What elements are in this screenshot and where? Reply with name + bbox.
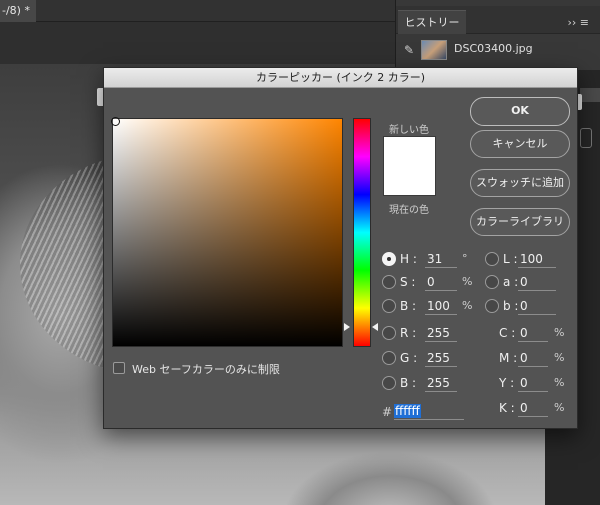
green-field-underline [425,366,457,367]
current-color-label: 現在の色 [389,205,429,216]
document-tab-bar: -/8) * [0,0,398,22]
black-field[interactable]: 0 [520,401,528,415]
green-radio[interactable] [382,351,396,365]
blue-field-underline [425,391,457,392]
magenta-label: M : [499,351,518,365]
new-color-swatch[interactable] [383,136,436,196]
yellow-unit: % [554,376,565,389]
rgb-r-row: R : 255 [382,324,472,344]
history-item-label: DSC03400.jpg [454,42,533,55]
green-field[interactable]: 255 [427,351,450,365]
lab-a-row: a : 0 [485,273,565,293]
saturation-field-underline [425,290,457,291]
lab-b-radio[interactable] [485,299,499,313]
brightness-field[interactable]: 100 [427,299,450,313]
cmyk-k-row: K : 0 % [499,399,569,419]
lab-l-radio[interactable] [485,252,499,266]
saturation-field[interactable]: 0 [427,275,435,289]
yellow-label: Y : [499,376,515,390]
saturation-label: S : [400,275,416,289]
magenta-unit: % [554,351,565,364]
hue-radio[interactable] [382,252,396,266]
black-field-underline [518,416,548,417]
brightness-radio[interactable] [382,299,396,313]
cyan-label: C : [499,326,516,340]
cmyk-c-row: C : 0 % [499,324,569,344]
rgb-b-row: B : 255 [382,374,472,394]
rgb-g-row: G : 255 [382,349,472,369]
history-panel: ヒストリー ›› ≡ ✎ DSC03400.jpg [395,0,600,70]
web-safe-label[interactable]: Web セーフカラーのみに制限 [132,361,280,377]
cyan-field-underline [518,341,548,342]
brightness-label: B : [400,299,417,313]
hue-unit: ° [462,252,468,265]
lab-b-label: b : [503,299,519,313]
lab-b-row: b : 0 [485,297,565,317]
history-item[interactable]: ✎ DSC03400.jpg [396,36,600,64]
hue-label: H : [400,252,417,266]
blue-radio[interactable] [382,376,396,390]
hue-field[interactable]: 31 [427,252,442,266]
color-field[interactable] [112,118,343,347]
red-field-underline [425,341,457,342]
saturation-radio[interactable] [382,275,396,289]
web-safe-checkbox[interactable] [113,362,125,374]
add-to-swatches-button[interactable]: スウォッチに追加 [470,169,570,197]
hue-slider[interactable] [353,118,371,347]
history-panel-header: ヒストリー ›› ≡ [396,6,600,34]
hex-field[interactable]: ffffff [394,403,464,420]
cmyk-m-row: M : 0 % [499,349,569,369]
color-libraries-button[interactable]: カラーライブラリ [470,208,570,236]
black-label: K : [499,401,515,415]
lab-a-field[interactable]: 0 [520,275,528,289]
cancel-button[interactable]: キャンセル [470,130,570,158]
magenta-field-underline [518,366,548,367]
lab-l-row: L : 100 [485,250,565,270]
cyan-field[interactable]: 0 [520,326,528,340]
history-brush-icon[interactable]: ✎ [404,43,414,57]
hex-hash-label: # [382,405,393,419]
panel-edge-strip [580,88,600,102]
blue-label: B : [400,376,417,390]
yellow-field-underline [518,391,548,392]
hue-slider-left-arrow-icon[interactable] [344,323,350,331]
hue-slider-right-arrow-icon[interactable] [372,323,378,331]
document-tab[interactable]: -/8) * [0,0,36,22]
magenta-field[interactable]: 0 [520,351,528,365]
lab-l-field-underline [518,267,556,268]
lab-l-field[interactable]: 100 [520,252,543,266]
tab-history[interactable]: ヒストリー [398,10,466,34]
ok-button[interactable]: OK [470,97,570,126]
black-unit: % [554,401,565,414]
saturation-unit: % [462,275,473,288]
color-field-cursor[interactable] [111,117,120,126]
lab-l-label: L : [503,252,518,266]
lab-b-field[interactable]: 0 [520,299,528,313]
new-color-label: 新しい色 [389,125,429,136]
red-radio[interactable] [382,326,396,340]
red-label: R : [400,326,417,340]
history-snapshot-thumbnail [421,40,447,60]
lab-a-field-underline [518,290,556,291]
panel-menu-icon[interactable]: ›› ≡ [567,16,589,29]
hue-field-underline [425,267,457,268]
hex-value[interactable]: ffffff [394,404,421,418]
hsb-s-row: S : 0 % [382,273,472,293]
hsb-h-row: H : 31 ° [382,250,472,270]
red-field[interactable]: 255 [427,326,450,340]
cyan-unit: % [554,326,565,339]
lab-a-label: a : [503,275,519,289]
panel-edge-control [580,128,592,148]
brightness-field-underline [425,314,457,315]
brightness-unit: % [462,299,473,312]
lab-a-radio[interactable] [485,275,499,289]
cmyk-y-row: Y : 0 % [499,374,569,394]
color-picker-dialog: カラーピッカー (インク 2 カラー) 新しい色 現在の色 OK キャンセル ス… [103,67,578,429]
hsb-b-row: B : 100 % [382,297,472,317]
dialog-title[interactable]: カラーピッカー (インク 2 カラー) [104,68,577,88]
yellow-field[interactable]: 0 [520,376,528,390]
green-label: G : [400,351,418,365]
lab-b-field-underline [518,314,556,315]
blue-field[interactable]: 255 [427,376,450,390]
